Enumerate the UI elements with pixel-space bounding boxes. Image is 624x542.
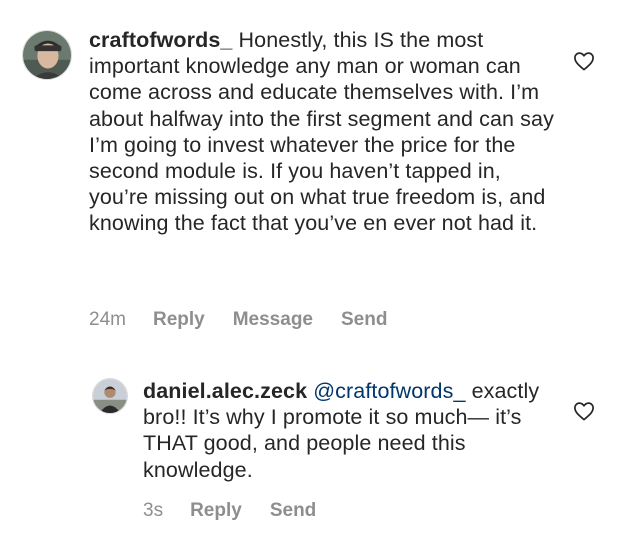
comment-timestamp: 24m — [89, 309, 126, 330]
heart-outline-icon[interactable] — [573, 51, 595, 71]
mention-link[interactable]: @craftofwords_ — [313, 379, 465, 403]
message-button[interactable]: Message — [233, 309, 313, 331]
reply-timestamp: 3s — [143, 500, 164, 521]
avatar[interactable] — [22, 30, 72, 80]
reply-button[interactable]: Reply — [153, 309, 205, 331]
heart-outline-icon[interactable] — [573, 401, 595, 421]
reply-username[interactable]: daniel.alec.zeck — [143, 379, 307, 403]
send-button[interactable]: Send — [270, 500, 316, 522]
reply-meta: 3s Reply Send — [143, 500, 344, 522]
comment-text: Honestly, this IS the most important kno… — [89, 28, 554, 236]
reply-button[interactable]: Reply — [190, 500, 242, 522]
comment-meta: 24m Reply Message Send — [89, 309, 415, 331]
avatar[interactable] — [92, 378, 128, 414]
comment-username[interactable]: craftofwords_ — [89, 28, 232, 52]
comment-item: craftofwords_ Honestly, this IS the most… — [0, 0, 624, 340]
comment-body: craftofwords_ Honestly, this IS the most… — [89, 27, 559, 237]
reply-body: daniel.alec.zeck @craftofwords_ exactly … — [143, 378, 543, 483]
reply-comment-item: daniel.alec.zeck @craftofwords_ exactly … — [0, 360, 624, 540]
send-button[interactable]: Send — [341, 309, 387, 331]
